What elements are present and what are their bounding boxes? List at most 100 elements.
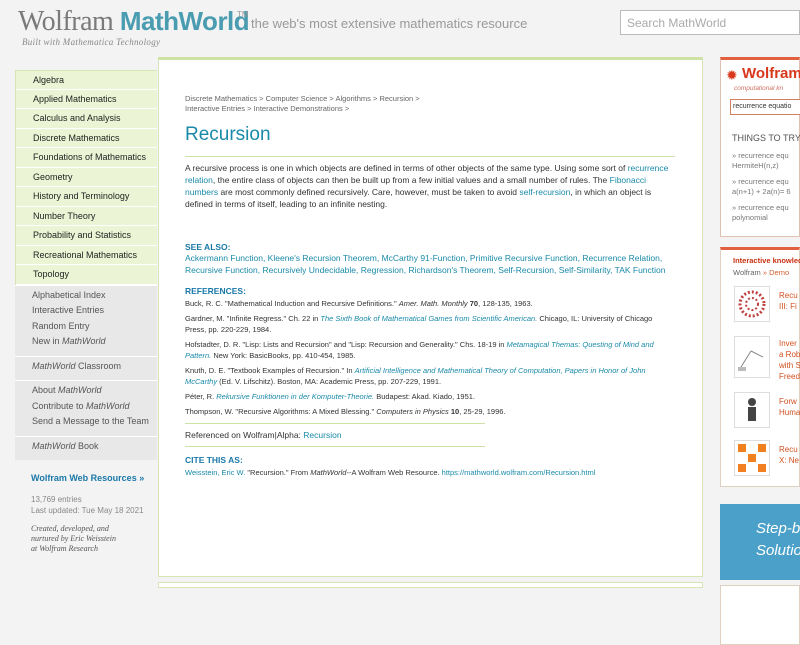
demo-thumbnail-3[interactable]	[734, 392, 770, 428]
step-line-2: Solutio	[756, 542, 800, 559]
right-column: ✹ Wolfram computational kn recurrence eq…	[720, 57, 800, 645]
page-title: Recursion	[185, 124, 271, 145]
ik-sub-link: » Demo	[762, 268, 790, 277]
topic-discrete-mathematics[interactable]: Discrete Mathematics	[16, 128, 157, 148]
label-line: III: Fi	[779, 302, 797, 311]
topic-algebra[interactable]: Algebra	[16, 70, 157, 90]
citation: Weisstein, Eric W. "Recursion." From Mat…	[185, 467, 675, 478]
demonstrations-link[interactable]: Wolfram » Demo	[733, 268, 789, 277]
new-mathworld: MathWorld	[62, 336, 106, 346]
random-entry-link[interactable]: Random Entry	[32, 321, 157, 337]
demo-thumbnail-4[interactable]	[734, 440, 770, 476]
demo-label-1[interactable]: Recu III: Fi	[779, 290, 798, 312]
title-divider	[185, 156, 675, 157]
send-message-link[interactable]: Send a Message to the Team	[32, 416, 157, 432]
demo-label-4[interactable]: Recu X: Ne	[779, 444, 799, 466]
topic-calculus-and-analysis[interactable]: Calculus and Analysis	[16, 109, 157, 129]
ref-book-link[interactable]: Rekursive Funktionen in der Komputer-The…	[216, 392, 374, 401]
interactive-entries-link[interactable]: Interactive Entries	[32, 305, 157, 321]
example-line: HermiteH(n,z)	[732, 161, 779, 170]
example-query-2[interactable]: » recurrence equ a(n+1) + 2a(n)= 6	[732, 177, 791, 197]
references-heading: REFERENCES:	[185, 286, 246, 296]
main-content: Discrete Mathematics > Computer Science …	[158, 57, 703, 577]
ref-book-link[interactable]: The Sixth Book of Mathematical Games fro…	[320, 314, 537, 323]
label-line: Recu	[779, 291, 798, 300]
label-line: Forw	[779, 397, 797, 406]
bottom-promo-box	[720, 585, 800, 645]
demo-thumbnail-2[interactable]	[734, 336, 770, 378]
alpha-prefix: Referenced on Wolfram|Alpha:	[185, 430, 304, 440]
ref-text: Gardner, M. "Infinite Regress." Ch. 22 i…	[185, 314, 321, 323]
demo-label-2[interactable]: Inver a Rob with S Freed	[779, 338, 800, 382]
wolfram-alpha-star-icon: ✹	[726, 67, 738, 83]
search-input[interactable]: Search MathWorld	[620, 10, 800, 35]
ref-text: New York: BasicBooks, pp. 410-454, 1985.	[211, 351, 356, 360]
topic-geometry[interactable]: Geometry	[16, 167, 157, 187]
example-query-3[interactable]: » recurrence equ polynomial	[732, 203, 789, 223]
ref-text: Budapest: Akad. Kiado, 1951.	[374, 392, 476, 401]
about-group: About MathWorld Contribute to MathWorld …	[15, 380, 157, 436]
demo-thumbnail-1[interactable]	[734, 286, 770, 322]
self-recursion-link[interactable]: self-recursion	[519, 187, 570, 197]
label-line: with S	[779, 361, 800, 370]
topic-number-theory[interactable]: Number Theory	[16, 206, 157, 226]
about-mathworld: MathWorld	[58, 385, 102, 395]
robot-arm-icon	[738, 350, 764, 371]
contribute-link[interactable]: Contribute to MathWorld	[32, 401, 157, 417]
topic-history-and-terminology[interactable]: History and Terminology	[16, 187, 157, 207]
classroom-group: MathWorld Classroom	[15, 355, 157, 380]
cite-heading: CITE THIS AS:	[185, 455, 243, 465]
contribute-mathworld: MathWorld	[86, 400, 130, 411]
wolfram-mathworld-logo[interactable]: Wolfram MathWorld	[18, 6, 250, 38]
alpha-recursion-link[interactable]: Recursion	[303, 430, 341, 440]
example-query-1[interactable]: » recurrence equ HermiteH(n,z)	[732, 151, 789, 171]
reference-item: Buck, R. C. "Mathematical Induction and …	[185, 298, 675, 309]
book-group: MathWorld Book	[15, 435, 157, 460]
see-also-links[interactable]: Ackermann Function, Kleene's Recursion T…	[185, 252, 675, 276]
mathworld-book-link[interactable]: MathWorld Book	[32, 441, 157, 457]
ref-text: , 128-135, 1963.	[478, 299, 533, 308]
cite-mathworld: MathWorld	[310, 468, 347, 477]
ref-text: Thompson, W. "Recursive Algorithms: A Mi…	[185, 407, 377, 416]
alphabetical-index-link[interactable]: Alphabetical Index	[32, 290, 157, 306]
step-by-step-banner[interactable]: Step-b Solutio	[720, 504, 800, 580]
breadcrumb[interactable]: Discrete Mathematics > Computer Science …	[185, 94, 675, 114]
label-line: a Rob	[779, 350, 800, 359]
example-line: a(n+1) + 2a(n)= 6	[732, 187, 791, 196]
para-text: are most commonly defined recursively. C…	[218, 187, 520, 197]
new-in-mathworld-link[interactable]: New in MathWorld	[32, 336, 157, 352]
mathworld-classroom-link[interactable]: MathWorld Classroom	[32, 361, 157, 377]
topic-list: Algebra Applied Mathematics Calculus and…	[15, 70, 157, 285]
breadcrumb-line-2[interactable]: Interactive Entries > Interactive Demons…	[185, 104, 675, 114]
wolfram-alpha-logo[interactable]: Wolfram	[742, 65, 800, 82]
topic-applied-mathematics[interactable]: Applied Mathematics	[16, 89, 157, 109]
example-line: » recurrence equ	[732, 177, 789, 186]
ref-text: Péter, R.	[185, 392, 217, 401]
cite-author-link[interactable]: Weisstein, Eric W.	[185, 468, 245, 477]
definition-paragraph: A recursive process is one in which obje…	[185, 162, 675, 210]
content-footer-edge	[158, 582, 703, 588]
example-line: polynomial	[732, 213, 768, 222]
things-to-try-heading: THINGS TO TRY:	[732, 133, 800, 143]
topic-topology[interactable]: Topology	[16, 265, 157, 285]
site-tagline: the web's most extensive mathematics res…	[251, 16, 528, 31]
ref-volume: 70	[469, 299, 479, 308]
wolfram-web-resources-link[interactable]: Wolfram Web Resources »	[31, 473, 144, 483]
classroom-mathworld: MathWorld	[32, 360, 76, 371]
topic-probability-and-statistics[interactable]: Probability and Statistics	[16, 226, 157, 246]
credit-line-3: at Wolfram Research	[31, 544, 98, 553]
topic-foundations-of-mathematics[interactable]: Foundations of Mathematics	[16, 148, 157, 168]
reference-item: Hofstadter, D. R. "Lisp: Lists and Recur…	[185, 339, 675, 361]
breadcrumb-line-1[interactable]: Discrete Mathematics > Computer Science …	[185, 94, 675, 104]
topic-recreational-mathematics[interactable]: Recreational Mathematics	[16, 245, 157, 265]
cite-text: "Recursion." From	[245, 468, 311, 477]
wolfram-alpha-input[interactable]: recurrence equatio	[730, 99, 800, 115]
demo-label-3[interactable]: Forw Huma	[779, 396, 800, 418]
reference-item: Gardner, M. "Infinite Regress." Ch. 22 i…	[185, 313, 675, 335]
credit-line-2: nurtured by Eric Weisstein	[31, 534, 116, 543]
cite-url-link[interactable]: https://mathworld.wolfram.com/Recursion.…	[442, 468, 596, 477]
label-line: Freed	[779, 372, 800, 381]
about-mathworld-link[interactable]: About MathWorld	[32, 385, 157, 401]
label-line: Recu	[779, 445, 798, 454]
step-line-1: Step-b	[756, 520, 800, 537]
